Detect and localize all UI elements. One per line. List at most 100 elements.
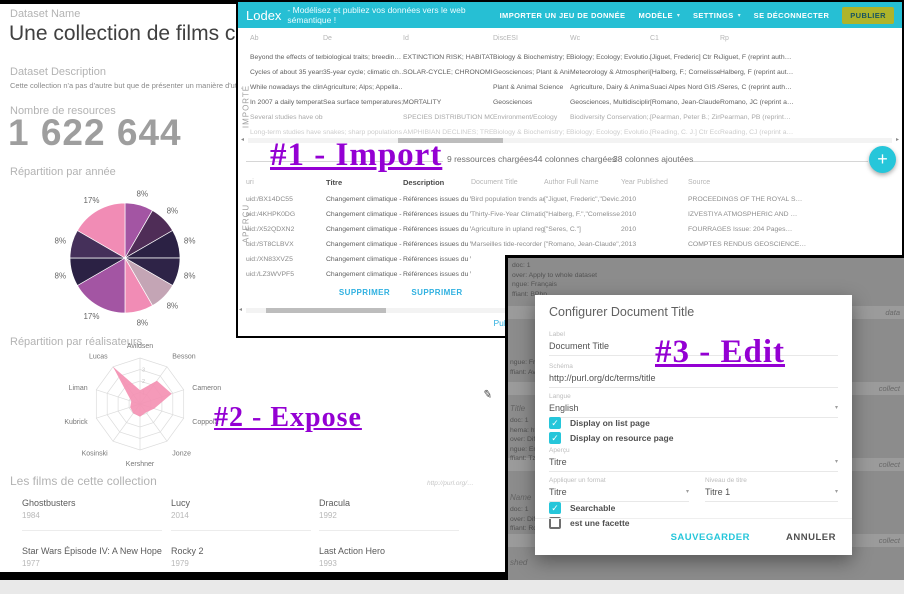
menu-import-dataset[interactable]: IMPORTER UN JEU DE DONNÉE [500,11,626,20]
backdrop-fragment-line: ngue: Français [512,280,597,290]
backdrop-band-label: collect [879,384,900,393]
import-cell: Meteorology & Atmospheric … [570,65,650,80]
apercu-column-header: Titre [326,174,403,192]
radar-tick-label: 3 [142,368,145,374]
annotation-expose: #2 - Expose [214,402,362,434]
apercu-cell: Changement climatique - Re… [326,237,403,252]
film-divider [171,530,311,531]
film-card[interactable]: Star Wars Épisode IV: A New Hope1977 [22,546,171,594]
menu-settings[interactable]: SETTINGS [693,11,734,20]
cancel-button[interactable]: ANNULER [786,532,836,543]
searchable-checkbox[interactable]: ✓ [549,502,561,514]
pie-slice-label: 8% [184,271,196,280]
import-cell: Biology; Ecology; Evolutio… [570,50,650,65]
apercu-cell: Changement climatique - Re… [326,192,403,207]
apercu-cell: COMPTES RENDUS GEOSCIENCE… [688,237,900,252]
film-year: 1984 [22,511,171,520]
apercu-cell: Agriculture in upland regi… [471,222,544,237]
apercu-cell: uid:/ST8CLBVX [246,237,326,252]
menu-model[interactable]: MODÈLE [638,11,672,20]
language-select-value[interactable]: English [549,403,838,418]
scheme-field-value[interactable]: http://purl.org/dc/terms/title [549,373,838,388]
apercu-hscroll-thumb[interactable] [266,308,386,313]
apercu-cell: uid:/XN83XVZ5 [246,252,326,267]
import-column-header: C1 [650,28,720,50]
lodex-logo[interactable]: Lodex [246,8,281,23]
save-button[interactable]: SAUVEGARDER [671,532,750,543]
import-cell: Geosciences; Plant & Anima… [493,65,570,80]
display-on-resource-checkbox[interactable]: ✓ [549,432,561,444]
display-resource-row: ✓ Display on resource page [549,432,673,444]
import-cell [403,80,493,95]
format-select-label: Appliquer un format [549,477,689,484]
apercu-column-header: uri [246,174,326,192]
radar-axis-label: Liman [69,385,88,392]
format-select-value[interactable]: Titre [549,487,689,502]
apercu-cell: ["Romano, Jean-Claude","Lu… [544,237,621,252]
backdrop-fragment-line: over: Apply to whole dataset [512,271,597,281]
apercu-cell: Thirty-Five-Year Climatic … [471,207,544,222]
apercu-cell: Références issues du WoS [403,252,471,267]
import-table-row: Cycles of about 35 years f…35-year cycle… [250,65,900,80]
import-cell: Agriculture, Dairy & Anima… [570,80,650,95]
dialog-title: Configurer Document Title [549,305,694,319]
import-column-header: DiscESI [493,28,570,50]
pie-slice-label: 8% [167,207,179,216]
annotation-edit: #3 - Edit [655,334,785,371]
add-column-fab[interactable]: + [869,146,896,173]
status-columns-loaded: 44 colonnes chargées [533,154,616,164]
searchable-label: Searchable [570,503,615,513]
apercu-cell: Références issues du WoS [403,222,471,237]
lodex-tagline: - Modélisez et publiez vos données vers … [287,5,499,25]
apercu-column-header: Author Full Name [544,174,621,192]
apercu-select-label: Aperçu [549,447,838,454]
films-section-link[interactable]: http://purl.org/… [427,480,474,487]
title-level-select[interactable]: Niveau de titre Titre 1 ▾ [705,477,838,502]
delete-title-column-button[interactable]: SUPPRIMER [326,288,403,297]
display-on-resource-label: Display on resource page [570,433,673,443]
apercu-cell: PROCEEDINGS OF THE ROYAL S… [688,192,900,207]
apercu-select-value[interactable]: Titre [549,457,838,472]
delete-description-column-button[interactable]: SUPPRIMER [403,288,471,297]
import-cell: Romano, JC (reprint a… [720,95,900,110]
import-cell: Cycles of about 35 years f… [250,65,323,80]
display-on-list-checkbox[interactable]: ✓ [549,417,561,429]
menu-logout[interactable]: SE DÉCONNECTER [754,11,830,20]
radar-axis-label: Cameron [192,385,221,392]
apercu-cell: Bird population trends are… [471,192,544,207]
apercu-cell: Références issues du WoS [403,207,471,222]
film-card[interactable]: Ghostbusters1984 [22,498,171,546]
import-column-header: Ab [250,28,323,50]
film-card[interactable]: Lucy2014 [171,498,319,546]
scroll-left-icon[interactable]: ◂ [241,136,244,143]
language-select[interactable]: Langue English ▾ [549,393,838,418]
page-bottom-border [0,572,510,580]
import-cell: In 2007 a daily temperatur… [250,95,323,110]
film-card[interactable]: Dracula1992 [319,498,497,546]
backdrop-fragment-heading: shed [510,558,540,567]
backdrop-band-label: collect [879,536,900,545]
title-level-value[interactable]: Titre 1 [705,487,838,502]
format-select[interactable]: Appliquer un format Titre ▾ [549,477,689,502]
import-cell: Environment/Ecology [493,110,570,125]
import-cell: EXTINCTION RISK; HABITAT M… [403,50,493,65]
scroll-right-icon[interactable]: ▸ [896,136,899,143]
edit-pencil-icon[interactable]: ✎ [482,387,493,401]
import-cell: Pearman, PB (reprint… [720,110,900,125]
facette-label: est une facette [570,518,630,528]
import-cell: [Pearman, Peter B.; Zimmer… [650,110,720,125]
annotation-import: #1 - Import [270,137,442,174]
edit-window: datacollectcollectcollect doc: 1over: Ap… [505,255,904,580]
apercu-select[interactable]: Aperçu Titre ▾ [549,447,838,472]
film-card[interactable]: Rocky 21979 [171,546,319,594]
title-level-label: Niveau de titre [705,477,838,484]
film-card[interactable]: Last Action Hero1993 [319,546,497,594]
import-column-header: Id [403,28,493,50]
scroll-left-icon[interactable]: ◂ [239,306,242,313]
display-list-row: ✓ Display on list page [549,417,650,429]
import-header-row: AbDeIdDiscESIWcC1Rp [250,28,900,50]
chevron-down-icon: ▾ [738,12,741,19]
apercu-column-header: Description [403,174,471,192]
import-cell: Halberg, F (reprint aut… [720,65,900,80]
publish-button[interactable]: PUBLIER [842,7,894,24]
